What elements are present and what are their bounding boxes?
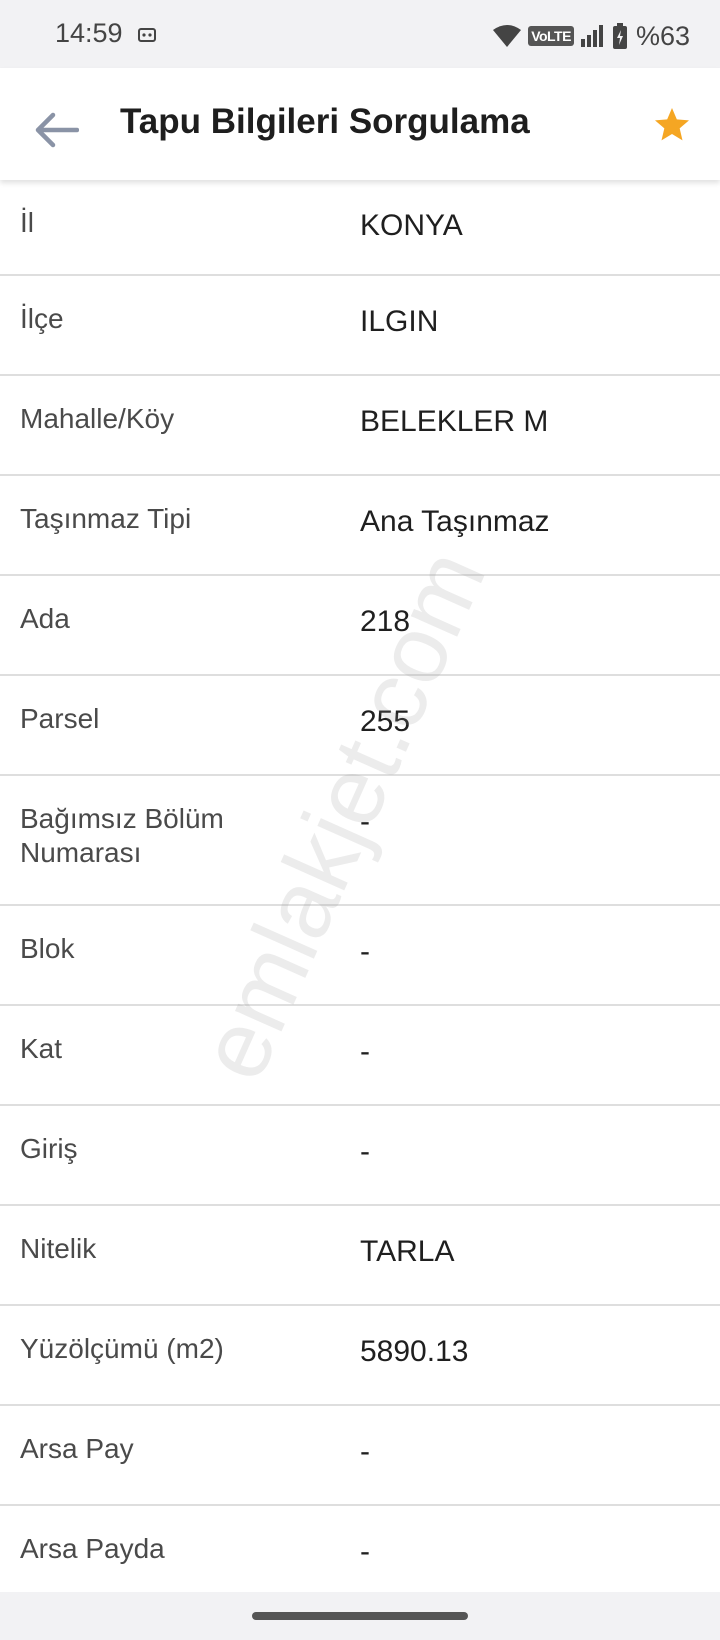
row-label: Yüzölçümü (m2) [20, 1333, 224, 1364]
info-row-ada: Ada 218 [0, 576, 720, 676]
row-value: - [360, 1535, 370, 1568]
info-row-bagimsiz-bolum: Bağımsız Bölüm Numarası - [0, 776, 720, 906]
star-icon [655, 108, 689, 141]
info-row-giris: Giriş - [0, 1106, 720, 1206]
row-value: ILGIN [360, 305, 439, 338]
row-label: Arsa Payda [20, 1533, 165, 1564]
info-row-parsel: Parsel 255 [0, 676, 720, 776]
row-value: BELEKLER M [360, 405, 549, 438]
info-row-arsa-payda: Arsa Payda - [0, 1506, 720, 1592]
row-value: - [360, 1135, 370, 1168]
row-value: KONYA [360, 209, 463, 242]
row-value: - [360, 805, 370, 838]
info-row-yuzolcumu: Yüzölçümü (m2) 5890.13 [0, 1306, 720, 1406]
volte-icon: VoLTE [528, 26, 574, 46]
row-label: Mahalle/Köy [20, 403, 175, 434]
row-value: TARLA [360, 1235, 455, 1268]
info-row-ilce: İlçe ILGIN [0, 276, 720, 376]
back-button[interactable] [24, 98, 88, 162]
row-value: Ana Taşınmaz [360, 505, 550, 538]
battery-icon [612, 23, 627, 49]
row-value: 218 [360, 605, 411, 638]
row-label: Giriş [20, 1133, 78, 1164]
home-indicator[interactable] [252, 1612, 468, 1620]
row-label: Kat [20, 1033, 63, 1064]
favorite-button[interactable] [646, 99, 698, 151]
status-icons: VoLTE %63 [492, 18, 690, 54]
navigation-bar [0, 1592, 720, 1640]
row-value: - [360, 1435, 370, 1468]
battery-percent: %63 [635, 20, 690, 51]
row-label: İlçe [20, 303, 64, 334]
info-list: İl KONYA İlçe ILGIN Mahalle/Köy BELEKLER… [0, 180, 720, 1592]
row-label: Bağımsız Bölüm Numarası [20, 803, 224, 868]
info-row-nitelik: Nitelik TARLA [0, 1206, 720, 1306]
signal-icon [580, 25, 603, 47]
app-bar: Tapu Bilgileri Sorgulama [0, 68, 720, 180]
info-row-il: İl KONYA [0, 180, 720, 276]
wifi-icon [493, 25, 522, 47]
row-label: Arsa Pay [20, 1433, 134, 1464]
row-label: Blok [20, 933, 75, 964]
info-row-arsa-pay: Arsa Pay - [0, 1406, 720, 1506]
status-bar: 14:59 VoLTE %63 [0, 0, 720, 68]
info-row-mahalle: Mahalle/Köy BELEKLER M [0, 376, 720, 476]
row-label: İl [20, 207, 34, 238]
info-row-blok: Blok - [0, 906, 720, 1006]
status-time: 14:59 [55, 18, 123, 48]
arrow-left-icon [35, 112, 79, 148]
info-row-tasinmaz-tipi: Taşınmaz Tipi Ana Taşınmaz [0, 476, 720, 576]
page-title: Tapu Bilgileri Sorgulama [120, 102, 530, 141]
row-value: - [360, 1035, 370, 1068]
row-label: Ada [20, 603, 70, 634]
cast-icon [138, 28, 156, 42]
row-label: Taşınmaz Tipi [20, 503, 192, 534]
info-row-kat: Kat - [0, 1006, 720, 1106]
row-value: 255 [360, 705, 411, 738]
row-label: Parsel [20, 703, 100, 734]
row-value: - [360, 935, 370, 968]
row-label: Nitelik [20, 1233, 97, 1264]
row-value: 5890.13 [360, 1335, 469, 1368]
